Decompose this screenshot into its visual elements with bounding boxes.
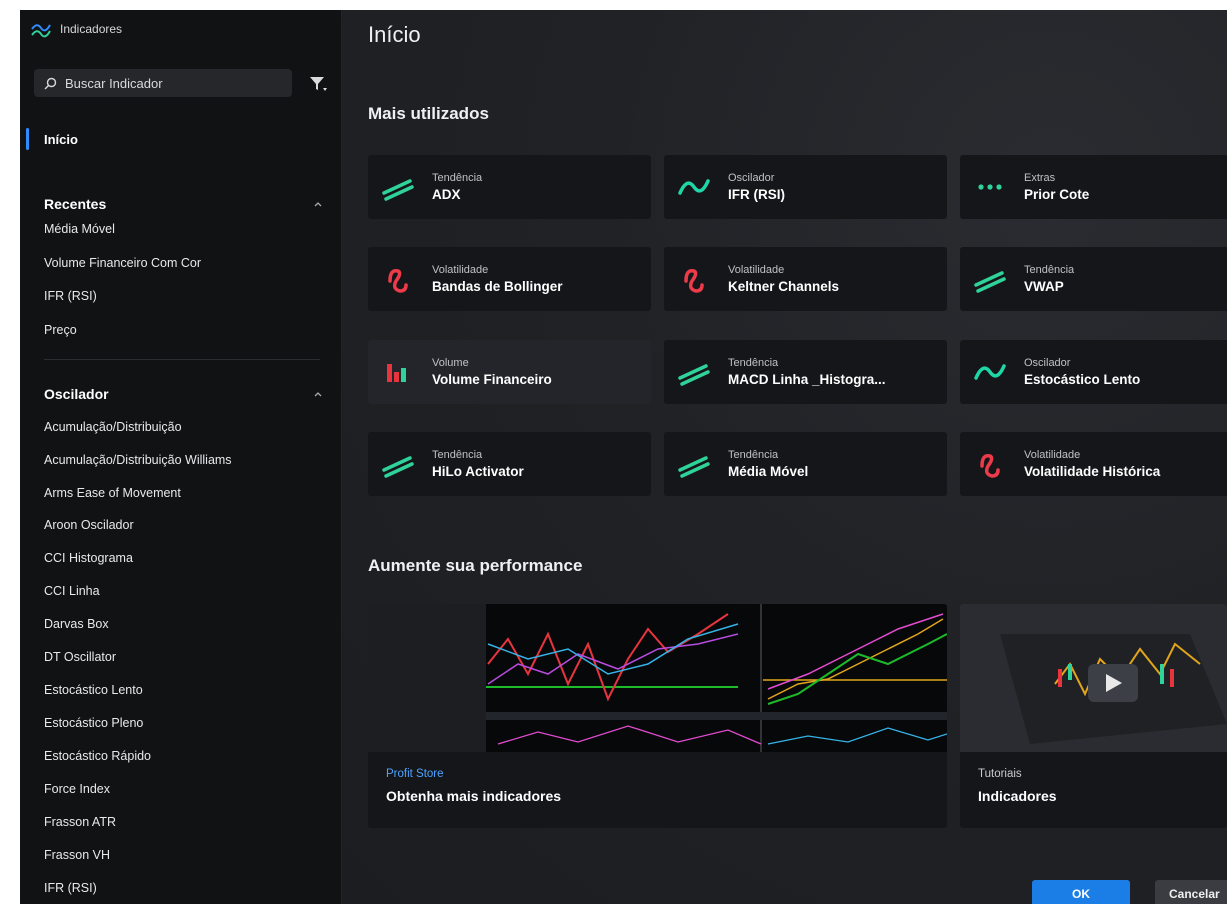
recent-section-title: Recentes [44,196,107,212]
banner-category: Tutoriais [978,768,1022,780]
card-name: Volume Financeiro [432,372,552,387]
video-tutorial-image [960,604,1227,752]
app-title-bar: Indicadores [30,18,122,40]
recent-item[interactable]: Volume Financeiro Com Cor [44,256,201,270]
card-name: VWAP [1024,279,1064,294]
volatility-icon [388,268,408,293]
oscillator-section-header[interactable]: Oscilador [44,386,324,402]
search-box[interactable] [34,69,292,97]
oscillator-item[interactable]: Arms Ease of Movement [44,486,181,500]
oscillator-item[interactable]: Aroon Oscilador [44,518,134,532]
chart-preview-image [368,604,947,752]
card-category: Volatilidade [728,264,785,276]
oscillator-item[interactable]: IFR (RSI) [44,881,97,895]
app-title: Indicadores [60,22,123,36]
performance-title: Aumente sua performance [368,556,583,575]
card-category: Volatilidade [432,264,489,276]
card-name: Keltner Channels [728,279,840,294]
indicator-card[interactable]: Tendência MACD Linha _Histogra... [664,340,947,404]
oscillator-item[interactable]: Force Index [44,782,110,796]
indicator-card[interactable]: Oscilador IFR (RSI) [664,155,947,219]
card-name: IFR (RSI) [728,187,785,202]
card-category: Tendência [728,449,779,461]
recent-item[interactable]: Preço [44,323,77,337]
card-category: Tendência [1024,264,1075,276]
chevron-up-icon [314,392,322,397]
card-category: Volume [432,357,469,369]
card-category: Tendência [432,172,483,184]
card-category: Volatilidade [1024,449,1081,461]
recent-item[interactable]: Média Móvel [44,222,115,236]
oscillator-item[interactable]: Estocástico Pleno [44,716,143,730]
card-category: Oscilador [1024,357,1071,369]
card-category: Tendência [728,357,779,369]
card-name: ADX [432,187,461,202]
card-name: Bandas de Bollinger [432,279,563,294]
indicators-logo-icon [31,24,51,38]
indicator-card[interactable]: Volume Volume Financeiro [368,340,651,404]
extras-icon [978,184,1002,190]
indicators-window: Indicadores Início Recentes Média Móvel … [20,10,1227,904]
oscillator-item[interactable]: Darvas Box [44,617,109,631]
oscillator-item[interactable]: Acumulação/Distribuição Williams [44,453,232,467]
card-category: Oscilador [728,172,775,184]
card-name: Prior Cote [1024,187,1090,202]
oscillator-item[interactable]: Acumulação/Distribuição [44,420,182,434]
volume-icon [387,364,406,382]
card-name: Estocástico Lento [1024,372,1141,387]
main-panel: Início Mais utilizados Tendência ADX Osci… [342,10,1227,904]
oscillator-item[interactable]: Estocástico Lento [44,683,143,697]
trend-icon [678,364,710,386]
trend-icon [382,179,414,201]
filter-icon[interactable] [307,73,329,95]
indicator-card[interactable]: Tendência HiLo Activator [368,432,651,496]
chevron-up-icon [314,202,322,207]
indicator-card[interactable]: Volatilidade Volatilidade Histórica [960,432,1227,496]
volatility-icon [980,453,1000,478]
sidebar-item-home[interactable]: Início [20,120,341,158]
oscillator-item[interactable]: CCI Histograma [44,551,133,565]
recent-item[interactable]: IFR (RSI) [44,289,97,303]
most-used-title: Mais utilizados [368,104,489,123]
banner-category: Profit Store [386,768,444,780]
search-input[interactable] [65,75,265,91]
oscillator-item[interactable]: CCI Linha [44,584,100,598]
tutorials-banner[interactable]: Tutoriais Indicadores [960,604,1227,828]
sidebar: Indicadores Início Recentes Média Móvel … [20,10,342,904]
profit-store-banner[interactable]: Profit Store Obtenha mais indicadores [368,604,947,828]
card-category: Tendência [432,449,483,461]
indicator-card[interactable]: Tendência ADX [368,155,651,219]
card-category: Extras [1024,172,1056,184]
indicator-card[interactable]: Tendência Média Móvel [664,432,947,496]
recent-section-header[interactable]: Recentes [44,196,324,212]
indicator-card[interactable]: Tendência VWAP [960,247,1227,311]
oscillator-item[interactable]: DT Oscillator [44,650,116,664]
oscillator-icon [974,364,1006,380]
oscillator-section-title: Oscilador [44,386,109,402]
page-title: Início [368,22,421,47]
indicator-card[interactable]: Volatilidade Keltner Channels [664,247,947,311]
cancel-button[interactable]: Cancelar [1155,880,1227,904]
oscillator-icon [678,179,710,195]
ok-button[interactable]: OK [1032,880,1130,904]
card-name: Volatilidade Histórica [1024,464,1161,479]
card-name: HiLo Activator [432,464,524,479]
sidebar-divider [44,359,320,360]
indicator-card[interactable]: Volatilidade Bandas de Bollinger [368,247,651,311]
banner-name: Obtenha mais indicadores [386,788,562,804]
oscillator-item[interactable]: Estocástico Rápido [44,749,151,763]
volatility-icon [684,268,704,293]
oscillator-item[interactable]: Frasson VH [44,848,110,862]
indicator-card[interactable]: Extras Prior Cote [960,155,1227,219]
card-name: Média Móvel [728,464,809,479]
search-icon [44,77,57,89]
oscillator-item[interactable]: Frasson ATR [44,815,116,829]
trend-icon [974,271,1006,293]
sidebar-item-label: Início [44,131,78,147]
trend-icon [382,456,414,478]
trend-icon [678,456,710,478]
indicator-card[interactable]: Oscilador Estocástico Lento [960,340,1227,404]
card-name: MACD Linha _Histogra... [728,372,886,387]
banner-name: Indicadores [978,788,1057,804]
